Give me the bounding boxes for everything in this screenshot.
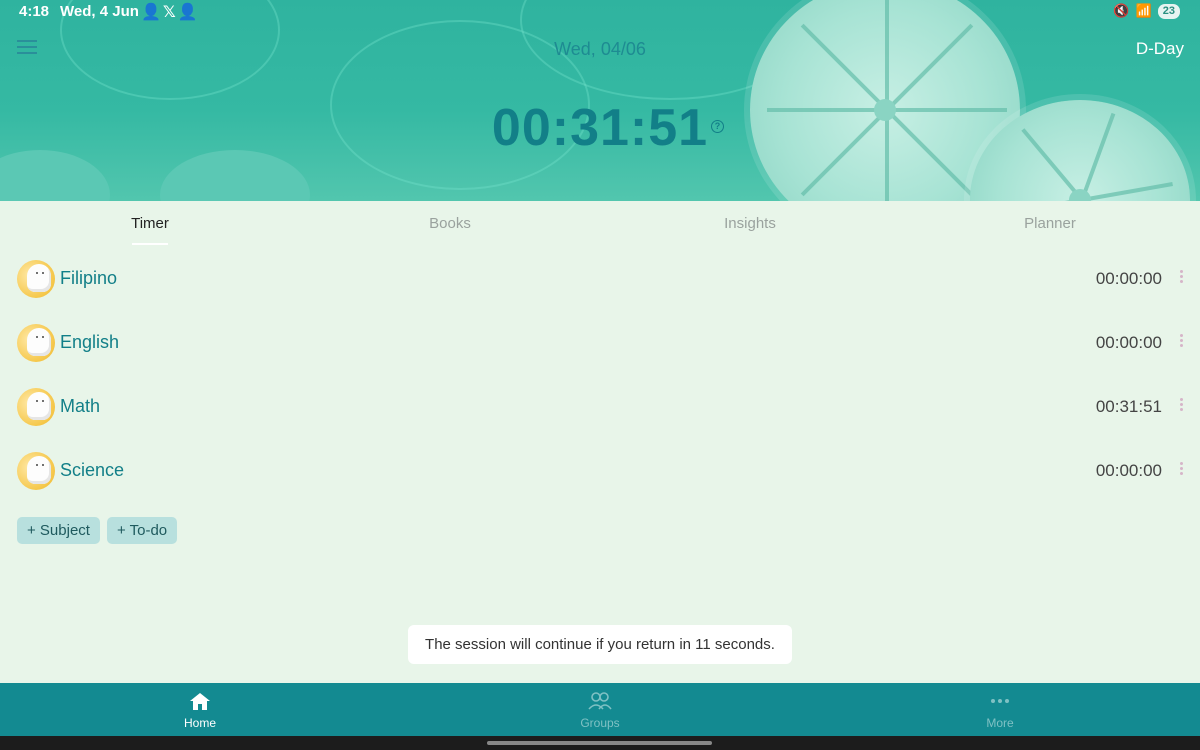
- status-date: Wed, 4 Jun: [60, 3, 139, 20]
- status-bar: 4:18 Wed, 4 Jun 👤𝕏👤 🔇 📶 23: [0, 0, 1200, 24]
- total-study-timer: 00:31:51: [491, 99, 709, 157]
- action-chips: + Subject + To-do: [17, 517, 178, 544]
- subject-row-english[interactable]: English 00:00:00: [0, 312, 1200, 376]
- subject-row-science[interactable]: Science 00:00:00: [0, 440, 1200, 504]
- mute-icon: 🔇: [1113, 3, 1130, 18]
- more-options-icon[interactable]: [1180, 270, 1184, 286]
- x-logo-icon: 𝕏: [162, 4, 178, 21]
- subject-play-icon[interactable]: [17, 324, 55, 362]
- tab-timer[interactable]: Timer: [0, 201, 300, 247]
- tab-insights[interactable]: Insights: [600, 201, 900, 247]
- gesture-bar: [0, 736, 1200, 750]
- nav-label: Home: [183, 716, 216, 730]
- subject-row-filipino[interactable]: Filipino 00:00:00: [0, 248, 1200, 312]
- tab-planner[interactable]: Planner: [900, 201, 1200, 247]
- subject-time: 00:00:00: [1095, 269, 1162, 288]
- bottom-nav: Home Groups More: [0, 683, 1200, 736]
- status-right: 🔇 📶 23: [1113, 3, 1180, 19]
- session-toast: The session will continue if you return …: [408, 625, 792, 664]
- subject-name: Math: [60, 396, 101, 416]
- subject-time: 00:00:00: [1095, 461, 1162, 480]
- nav-label: More: [986, 716, 1014, 730]
- help-icon[interactable]: ?: [711, 120, 724, 133]
- add-todo-button[interactable]: + To-do: [106, 517, 178, 544]
- subject-row-math[interactable]: Math 00:31:51: [0, 376, 1200, 440]
- subject-time: 00:31:51: [1095, 397, 1162, 416]
- notification-icons: 👤𝕏👤: [141, 2, 200, 22]
- home-indicator[interactable]: [487, 741, 712, 745]
- more-options-icon[interactable]: [1180, 334, 1184, 350]
- subject-play-icon[interactable]: [17, 452, 55, 490]
- more-options-icon[interactable]: [1180, 398, 1184, 414]
- header-banner: 4:18 Wed, 4 Jun 👤𝕏👤 🔇 📶 23 Wed, 04/06 D-…: [0, 0, 1200, 201]
- subject-name: English: [60, 332, 120, 352]
- person-add-icon: 👤: [141, 4, 163, 21]
- tab-bar: Timer Books Insights Planner: [0, 201, 1200, 247]
- subject-play-icon[interactable]: [17, 260, 55, 298]
- dday-button[interactable]: D-Day: [1136, 39, 1184, 59]
- add-subject-button[interactable]: + Subject: [17, 517, 100, 544]
- subject-play-icon[interactable]: [17, 388, 55, 426]
- person-add-icon: 👤: [177, 4, 200, 21]
- groups-icon: [588, 692, 612, 710]
- home-icon: [190, 693, 210, 710]
- subject-name: Science: [60, 460, 125, 480]
- nav-label: Groups: [580, 716, 620, 730]
- battery-indicator: 23: [1157, 3, 1180, 19]
- status-time: 4:18: [19, 3, 50, 20]
- subject-time: 00:00:00: [1095, 333, 1162, 352]
- nav-groups[interactable]: Groups: [400, 683, 800, 736]
- nav-home[interactable]: Home: [0, 683, 400, 736]
- subject-name: Filipino: [60, 268, 118, 288]
- more-icon: [991, 699, 1009, 703]
- more-options-icon[interactable]: [1180, 462, 1184, 478]
- header-date: Wed, 04/06: [554, 39, 646, 59]
- nav-more[interactable]: More: [800, 683, 1200, 736]
- tab-books[interactable]: Books: [300, 201, 600, 247]
- wifi-icon: 📶: [1135, 3, 1152, 18]
